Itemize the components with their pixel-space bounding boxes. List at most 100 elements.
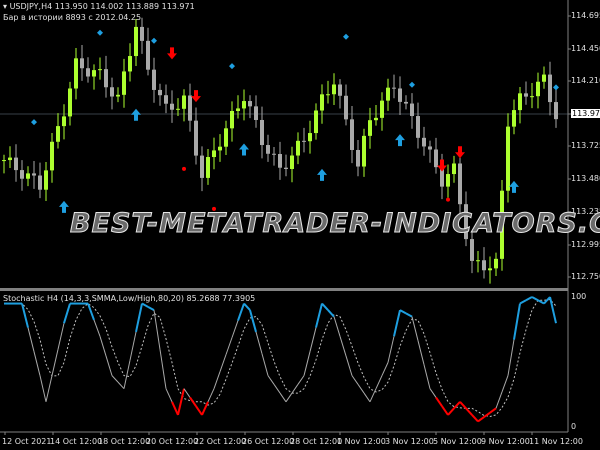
time-axis-label: 14 Oct 12:00 [50,437,103,446]
candle-body [380,100,384,118]
candle-body [386,87,390,101]
mt4-chart-window[interactable]: BEST-METATRADER-INDICATORS.COM ▾ USDJPY,… [0,0,600,450]
stoch-main-segment [27,327,35,352]
stoch-main-segment [147,305,155,311]
candle-body [158,89,162,96]
stoch-main-segment [441,405,449,416]
candle-body [494,258,498,269]
stoch-main-segment [111,375,119,383]
price-axis-label: 112.750 [571,272,600,281]
stoch-main-segment [159,349,167,389]
blue-diamond-icon [343,33,349,40]
stoch-main-segment [447,407,455,416]
candle-body [392,87,396,89]
stoch-main-segment [195,405,203,416]
candle-body [536,81,540,97]
stoch-main-segment [231,320,239,338]
blue-diamond-icon [409,81,415,88]
candle-body [50,141,54,171]
candle-body [56,126,60,142]
candle-body [122,71,126,95]
candle-body [482,260,486,271]
stoch-main-segment [339,336,347,357]
stoch-main-segment [345,355,353,376]
candle-body [488,268,492,271]
candle-body [8,157,12,161]
time-axis-label: 11 Nov 12:00 [529,437,583,446]
stoch-main-segment [411,316,419,341]
stoch-main-segment [135,303,143,333]
sell-arrow-icon [455,146,465,159]
stoch-main-segment [309,327,317,352]
candle-body [44,170,48,190]
red-dot-icon [446,197,450,202]
candle-body [2,160,6,162]
stoch-main-segment [225,337,233,355]
candle-body [272,153,276,155]
stoch-main-segment [471,414,479,423]
candle-body [38,175,42,190]
candle-body [458,163,462,205]
stoch-main-segment [93,319,101,337]
blue-diamond-icon [229,63,235,70]
blue-diamond-icon [151,37,157,44]
candle-body [236,108,240,111]
price-axis-label: 112.995 [571,240,600,249]
stoch-main-segment [141,302,149,308]
candle-body [74,58,78,89]
time-axis-label: 22 Oct 12:00 [194,437,247,446]
candle-body [98,69,102,71]
stoch-axis-100: 100 [571,292,587,301]
candle-body [308,133,312,142]
candle-body [260,119,264,146]
stoch-main-segment [129,331,137,361]
candle-body [254,106,258,120]
stoch-main-segment [117,381,125,390]
candle-body [368,120,372,136]
stoch-main-segment [423,364,431,389]
candle-body [434,149,438,168]
price-axis-label: 113.480 [571,174,600,183]
stoch-main-segment [387,336,395,363]
stoch-main-segment [45,375,53,402]
candle-body [14,157,18,171]
candle-body [548,74,552,103]
candle-body [314,110,318,134]
stoch-main-segment [351,375,359,385]
stoch-main-segment [213,371,221,389]
candle-body [506,126,510,191]
stoch-main-segment [501,375,509,393]
time-axis-label: 18 Oct 12:00 [98,437,151,446]
stoch-main-segment [489,407,497,414]
time-axis-label: 12 Oct 2021 [2,437,52,446]
stoch-main-segment [183,388,191,398]
candle-body [218,146,222,151]
candle-body [200,155,204,178]
stoch-main-segment [237,303,245,321]
candle-body [266,145,270,154]
candle-body [20,170,24,179]
stoch-main-segment [39,375,47,402]
candle-body [476,260,480,262]
candle-body [230,110,234,129]
stoch-axis-0: 0 [571,422,577,431]
symbol-info: ▾ USDJPY,H4 113.950 114.002 113.889 113.… [3,2,195,11]
candle-body [290,155,294,169]
blue-diamond-icon [31,119,37,126]
candle-body [110,87,114,97]
buy-arrow-icon [317,168,327,181]
time-axis-label: 3 Nov 12:00 [385,437,434,446]
candle-body [140,26,144,41]
stoch-main-segment [207,388,215,403]
stoch-main-segment [33,351,41,376]
candle-body [212,150,216,158]
stoch-main-segment [249,309,257,333]
stoch-main-segment [333,316,341,337]
candle-body [26,173,30,179]
candle-body [410,103,414,117]
stoch-main-segment [549,296,557,324]
candle-body [32,173,36,176]
red-dot-icon [182,166,186,171]
stoch-main-segment [405,312,413,318]
stoch-main-segment [429,388,437,398]
